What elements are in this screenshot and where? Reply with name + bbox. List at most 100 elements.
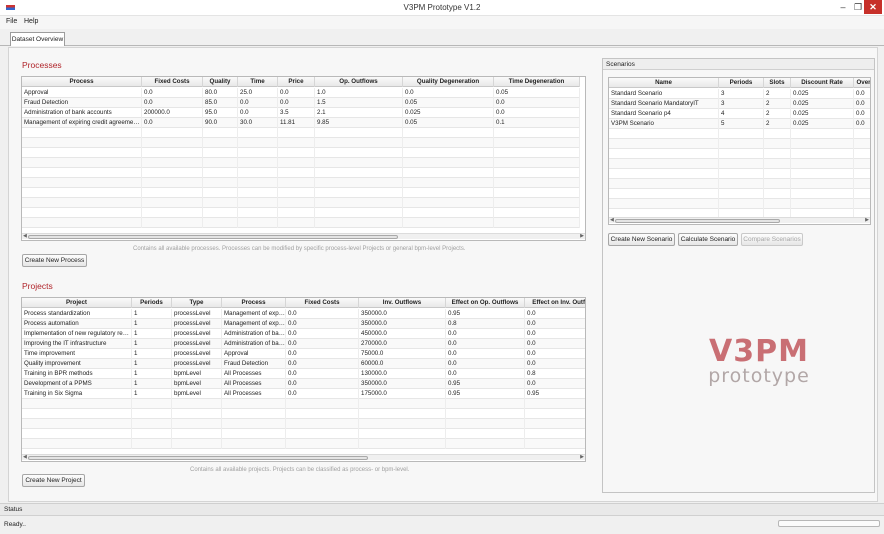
menu-help[interactable]: Help bbox=[24, 18, 38, 25]
table-row[interactable]: Administration of bank accounts 200000.0 9… bbox=[22, 108, 580, 118]
column-header[interactable]: Inv. Outflows bbox=[359, 298, 446, 308]
table-cell bbox=[286, 439, 359, 449]
table-cell bbox=[494, 168, 580, 178]
projects-title: Projects bbox=[22, 281, 53, 291]
scroll-right-icon[interactable]: ▶ bbox=[865, 217, 869, 223]
table-row[interactable]: Improving the IT infrastructure 1 processL… bbox=[22, 339, 585, 349]
table-cell: 175000.0 bbox=[359, 389, 446, 399]
table-cell: Administration of bank accounts bbox=[22, 108, 142, 118]
create-new-scenario-button[interactable]: Create New Scenario bbox=[608, 233, 675, 246]
scroll-left-icon[interactable]: ◀ bbox=[23, 454, 27, 460]
maximize-button[interactable]: ❐ bbox=[851, 0, 865, 14]
scroll-left-icon[interactable]: ◀ bbox=[610, 217, 614, 223]
table-row[interactable]: Training in BPR methods 1 bpmLevel All Proc… bbox=[22, 369, 585, 379]
table-cell bbox=[22, 138, 142, 148]
column-header[interactable]: Periods bbox=[719, 78, 764, 88]
table-cell: Standard Scenario MandatoryIT bbox=[609, 99, 719, 109]
table-cell: 0.95 bbox=[446, 309, 525, 319]
table-row[interactable]: Implementation of new regulatory require… bbox=[22, 329, 585, 339]
column-header[interactable]: Op. Outflows bbox=[315, 77, 403, 87]
column-header[interactable]: Fixed Costs bbox=[142, 77, 203, 87]
table-cell: Standard Scenario bbox=[609, 89, 719, 99]
column-header[interactable]: Project bbox=[22, 298, 132, 308]
table-row[interactable]: Process automation 1 processLevel Managemen… bbox=[22, 319, 585, 329]
table-cell bbox=[359, 429, 446, 439]
table-cell bbox=[791, 139, 854, 149]
table-cell bbox=[791, 159, 854, 169]
processes-table[interactable]: Process Fixed Costs Quality Time Price Op. Ou… bbox=[21, 76, 586, 241]
table-cell bbox=[142, 138, 203, 148]
table-cell bbox=[791, 149, 854, 159]
table-cell bbox=[22, 168, 142, 178]
menu-file[interactable]: File bbox=[6, 18, 17, 25]
scroll-right-icon[interactable]: ▶ bbox=[580, 454, 584, 460]
table-cell bbox=[719, 149, 764, 159]
scroll-left-icon[interactable]: ◀ bbox=[23, 233, 27, 239]
table-cell bbox=[403, 188, 494, 198]
table-cell bbox=[525, 419, 585, 429]
table-cell bbox=[203, 218, 238, 228]
create-new-process-button[interactable]: Create New Process bbox=[22, 254, 87, 267]
table-row[interactable]: Approval 0.0 80.0 25.0 0.0 1.0 0.0 0.05 bbox=[22, 88, 580, 98]
column-header[interactable]: Type bbox=[172, 298, 222, 308]
table-cell bbox=[278, 208, 315, 218]
table-row[interactable]: Fraud Detection 0.0 85.0 0.0 0.0 1.5 0.05 0.0 bbox=[22, 98, 580, 108]
minimize-button[interactable]: – bbox=[836, 0, 850, 14]
close-button[interactable]: ✕ bbox=[864, 0, 882, 14]
table-row[interactable]: Process standardization 1 processLevel Mana… bbox=[22, 309, 585, 319]
table-row[interactable]: Time improvement 1 processLevel Approval 0.0… bbox=[22, 349, 585, 359]
column-header[interactable]: Time Degeneration bbox=[494, 77, 580, 87]
scrollbar-thumb[interactable] bbox=[28, 235, 398, 239]
column-header[interactable]: Name bbox=[609, 78, 719, 88]
column-header[interactable]: Process bbox=[222, 298, 286, 308]
table-cell bbox=[854, 149, 870, 159]
scroll-right-icon[interactable]: ▶ bbox=[580, 233, 584, 239]
scenarios-table[interactable]: Name Periods Slots Discount Rate Over Standar… bbox=[608, 77, 871, 225]
table-cell bbox=[203, 158, 238, 168]
column-header[interactable]: Effect on Inv. Outfl bbox=[525, 298, 585, 308]
table-row[interactable]: Training in Six Sigma 1 bpmLevel All Proces… bbox=[22, 389, 585, 399]
column-header[interactable]: Process bbox=[22, 77, 142, 87]
column-header[interactable]: Effect on Op. Outflows bbox=[446, 298, 525, 308]
scrollbar-thumb[interactable] bbox=[28, 456, 368, 460]
column-header[interactable]: Price bbox=[278, 77, 315, 87]
table-cell bbox=[22, 208, 142, 218]
column-header[interactable]: Discount Rate bbox=[791, 78, 854, 88]
horizontal-scrollbar[interactable]: ◀ ▶ bbox=[609, 217, 870, 223]
scrollbar-thumb[interactable] bbox=[615, 219, 780, 223]
table-cell: 0.0 bbox=[446, 349, 525, 359]
table-cell: 75000.0 bbox=[359, 349, 446, 359]
table-cell bbox=[359, 419, 446, 429]
calculate-scenario-button[interactable]: Calculate Scenario bbox=[678, 233, 738, 246]
table-cell: 0.0 bbox=[238, 108, 278, 118]
table-cell bbox=[764, 199, 791, 209]
column-header[interactable]: Over bbox=[854, 78, 870, 88]
table-cell: bpmLevel bbox=[172, 379, 222, 389]
table-row[interactable]: Management of expiring credit agreements… bbox=[22, 118, 580, 128]
table-cell bbox=[403, 148, 494, 158]
tab-dataset-overview[interactable]: Dataset Overview bbox=[10, 32, 65, 46]
table-cell: 0.95 bbox=[446, 379, 525, 389]
table-row[interactable]: Standard Scenario 3 2 0.025 0.0 bbox=[609, 89, 870, 99]
column-header[interactable]: Quality Degeneration bbox=[403, 77, 494, 87]
empty-row bbox=[22, 188, 580, 198]
projects-table[interactable]: Project Periods Type Process Fixed Costs Inv.… bbox=[21, 297, 586, 462]
table-row[interactable]: Standard Scenario p4 4 2 0.025 0.0 bbox=[609, 109, 870, 119]
column-header[interactable]: Time bbox=[238, 77, 278, 87]
column-header[interactable]: Slots bbox=[764, 78, 791, 88]
column-header[interactable]: Quality bbox=[203, 77, 238, 87]
column-header[interactable]: Fixed Costs bbox=[286, 298, 359, 308]
table-row[interactable]: V3PM Scenario 5 2 0.025 0.0 bbox=[609, 119, 870, 129]
table-cell bbox=[494, 188, 580, 198]
table-row[interactable]: Development of a PPMS 1 bpmLevel All Proces… bbox=[22, 379, 585, 389]
table-row[interactable]: Quality improvement 1 processLevel Fraud De… bbox=[22, 359, 585, 369]
empty-row bbox=[22, 429, 585, 439]
horizontal-scrollbar[interactable]: ◀ ▶ bbox=[22, 454, 585, 460]
column-header[interactable]: Periods bbox=[132, 298, 172, 308]
table-cell: 0.0 bbox=[142, 98, 203, 108]
horizontal-scrollbar[interactable]: ◀ ▶ bbox=[22, 233, 585, 239]
create-new-project-button[interactable]: Create New Project bbox=[22, 474, 85, 487]
table-cell bbox=[172, 409, 222, 419]
table-row[interactable]: Standard Scenario MandatoryIT 3 2 0.025 0.0 bbox=[609, 99, 870, 109]
table-cell bbox=[142, 168, 203, 178]
